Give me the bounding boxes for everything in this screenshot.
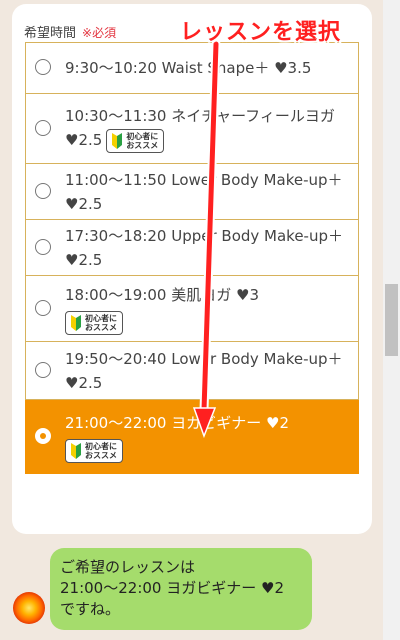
annotation-label: レッスンを選択 bbox=[180, 20, 342, 45]
chat-bubble: ご希望のレッスンは 21:00〜22:00 ヨガビギナー ♥2 ですね。 bbox=[50, 548, 312, 630]
annotation-arrow-icon bbox=[192, 39, 221, 439]
chat-line-2: 21:00〜22:00 ヨガビギナー ♥2 bbox=[60, 579, 284, 597]
sun-avatar-icon bbox=[13, 592, 45, 624]
chat-line-1: ご希望のレッスンは bbox=[60, 558, 196, 576]
chat-line-3: ですね。 bbox=[60, 600, 121, 618]
